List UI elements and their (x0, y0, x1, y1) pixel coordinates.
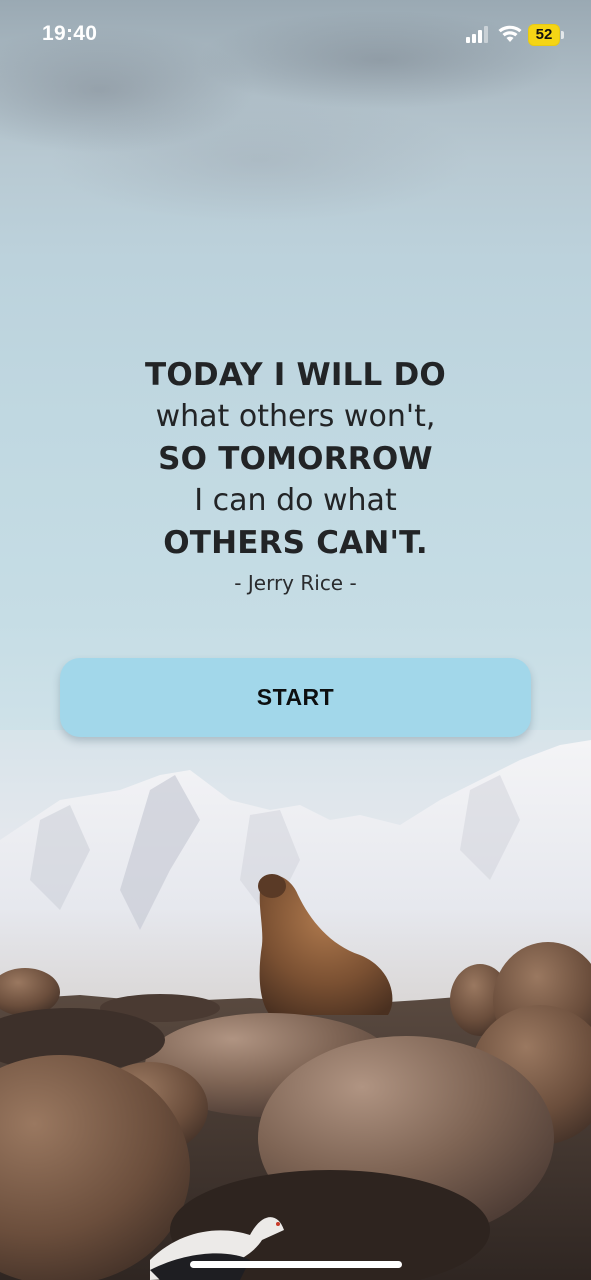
wifi-icon (498, 25, 522, 42)
start-button[interactable]: START (60, 658, 531, 737)
battery-tip (561, 31, 564, 39)
quote-line-1: TODAY I WILL DO (145, 357, 446, 393)
background-photo (0, 730, 591, 1280)
status-time: 19:40 (42, 22, 98, 45)
quote-line-5: OTHERS CAN'T. (163, 525, 428, 561)
quote-line-2: what others won't, (155, 399, 436, 434)
cellular-signal-icon (466, 26, 488, 43)
quote-block: TODAY I WILL DO what others won't, SO TO… (0, 354, 591, 598)
quote-author: - Jerry Rice - (234, 571, 357, 595)
status-bar: 19:40 52 (0, 0, 591, 70)
start-button-label: START (256, 684, 335, 710)
battery-indicator: 52 (528, 24, 564, 46)
quote-line-3: SO TOMORROW (158, 441, 433, 477)
screen: 19:40 52 TODAY I WILL DO what others won… (0, 0, 591, 1280)
home-indicator[interactable] (190, 1261, 402, 1268)
quote-line-4: I can do what (194, 483, 397, 518)
battery-level: 52 (535, 26, 553, 43)
